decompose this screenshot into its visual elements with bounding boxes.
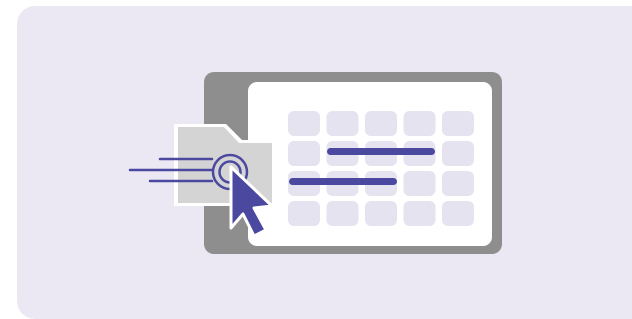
calendar-cell (326, 111, 359, 136)
event-bar-bottom (289, 178, 397, 185)
calendar-cell (403, 201, 436, 226)
calendar-cell (288, 141, 320, 166)
calendar-cell (403, 111, 436, 136)
calendar-cell (442, 141, 474, 166)
calendar-cell (288, 201, 320, 226)
calendar-cell (288, 111, 320, 136)
calendar-cell (442, 201, 474, 226)
calendar-cell (365, 201, 397, 226)
calendar-cell (403, 171, 436, 196)
calendar-cell (326, 201, 359, 226)
event-bar-top (327, 148, 435, 155)
calendar-cell (442, 171, 474, 196)
calendar-cell (365, 111, 397, 136)
calendar-cell (442, 111, 474, 136)
drag-file-to-calendar-illustration (128, 72, 502, 254)
